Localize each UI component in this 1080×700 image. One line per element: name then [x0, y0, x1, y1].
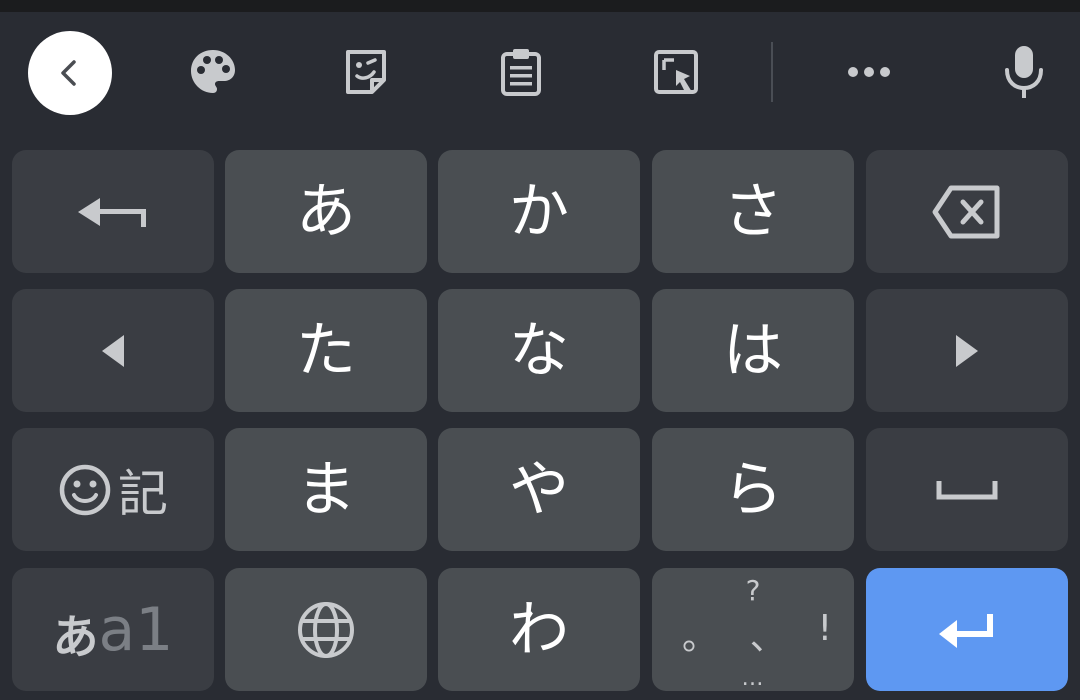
input-mode-key[interactable]: あ a1 — [12, 568, 214, 691]
punctuation-labels: ? 。 、 ! … — [682, 574, 832, 691]
kana-key-ra[interactable]: ら — [652, 428, 854, 551]
more-button[interactable] — [833, 36, 905, 108]
kana-key-na[interactable]: な — [438, 289, 640, 412]
theme-button[interactable] — [177, 36, 249, 108]
emoji-symbol-label: 記 — [58, 454, 168, 526]
kana-key-wa[interactable]: わ — [438, 568, 640, 691]
undo-key[interactable] — [12, 150, 214, 273]
input-mode-label: あ a1 — [52, 594, 174, 665]
enter-icon — [939, 613, 993, 648]
left-arrow-icon — [102, 334, 124, 367]
palette-icon — [191, 50, 235, 93]
screenshot-icon — [654, 50, 698, 94]
undo-arrow-icon — [78, 197, 146, 227]
microphone-icon — [1005, 46, 1043, 98]
sticker-icon — [346, 50, 386, 94]
more-icon — [848, 67, 890, 77]
space-icon — [936, 480, 998, 499]
language-switch-key[interactable] — [225, 568, 427, 691]
space-key[interactable] — [866, 428, 1068, 551]
back-icon — [61, 60, 76, 86]
voice-input-button[interactable] — [988, 36, 1060, 108]
kana-key-ka[interactable]: か — [438, 150, 640, 273]
globe-icon — [298, 601, 354, 658]
screenshot-button[interactable] — [640, 36, 712, 108]
kana-key-ma[interactable]: ま — [225, 428, 427, 551]
cursor-right-key[interactable] — [866, 289, 1068, 412]
backspace-key[interactable] — [866, 150, 1068, 273]
kana-key-ta[interactable]: た — [225, 289, 427, 412]
status-strip — [0, 0, 1080, 12]
kana-key-a[interactable]: あ — [225, 150, 427, 273]
kana-key-ya[interactable]: や — [438, 428, 640, 551]
enter-key[interactable] — [866, 568, 1068, 691]
smiley-icon — [59, 464, 111, 515]
punctuation-key[interactable]: ? 。 、 ! … — [652, 568, 854, 691]
keyboard-toolbar — [0, 12, 1080, 136]
kigo-label: 記 — [118, 464, 168, 523]
right-arrow-icon — [956, 334, 978, 367]
kana-key-ha[interactable]: は — [652, 289, 854, 412]
kana-key-sa[interactable]: さ — [652, 150, 854, 273]
toolbar-divider — [771, 42, 773, 102]
clipboard-icon — [501, 49, 541, 96]
backspace-icon — [932, 185, 1000, 238]
emoji-symbol-key[interactable]: 記 — [12, 428, 214, 551]
clipboard-button[interactable] — [485, 36, 557, 108]
sticker-button[interactable] — [330, 36, 402, 108]
cursor-left-key[interactable] — [12, 289, 214, 412]
back-button[interactable] — [28, 31, 112, 115]
